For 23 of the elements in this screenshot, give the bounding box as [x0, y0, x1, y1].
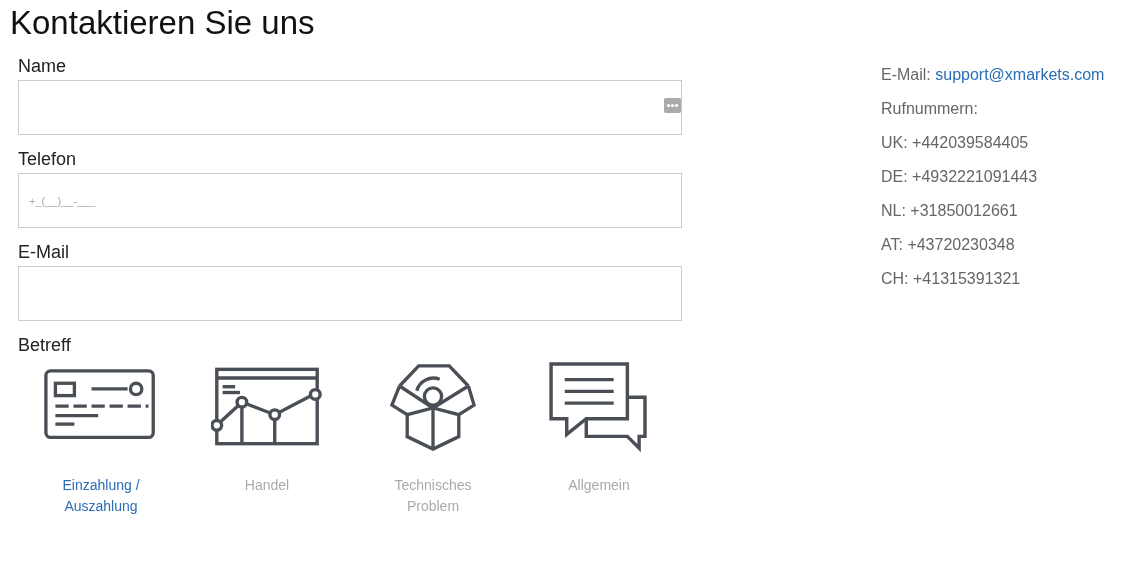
field-label: E-Mail	[18, 242, 69, 263]
subject-option[interactable]: Technisches Problem	[383, 475, 483, 517]
chart-window-icon	[211, 366, 323, 447]
input-field[interactable]	[18, 80, 682, 135]
phone-number: AT: +43720230348	[881, 235, 1016, 255]
phone-number: NL: +31850012661	[881, 201, 1019, 221]
email-link[interactable]: support@xmarkets.com	[935, 66, 1105, 83]
subject-option[interactable]: Allgemein	[549, 475, 649, 496]
input-field[interactable]: +_(__)__-___	[18, 173, 682, 228]
field-label: Betreff	[18, 335, 71, 356]
chat-icon	[549, 361, 649, 452]
phone-number: DE: +4932221091443	[881, 167, 1039, 187]
subject-option[interactable]: Einzahlung / Auszahlung	[51, 475, 151, 517]
email-label: E-Mail:	[881, 66, 931, 83]
field-label: Name	[18, 56, 66, 77]
phone-number: CH: +41315391321	[881, 269, 1022, 289]
field-label: Telefon	[18, 149, 77, 170]
phone-number: UK: +442039584405	[881, 133, 1030, 153]
subject-option[interactable]: Handel	[217, 475, 317, 496]
input-field[interactable]	[18, 266, 682, 321]
more-icon[interactable]	[664, 98, 681, 113]
page-title: Kontaktieren Sie uns	[9, 3, 316, 42]
phones-label: Rufnummern:	[881, 99, 979, 119]
